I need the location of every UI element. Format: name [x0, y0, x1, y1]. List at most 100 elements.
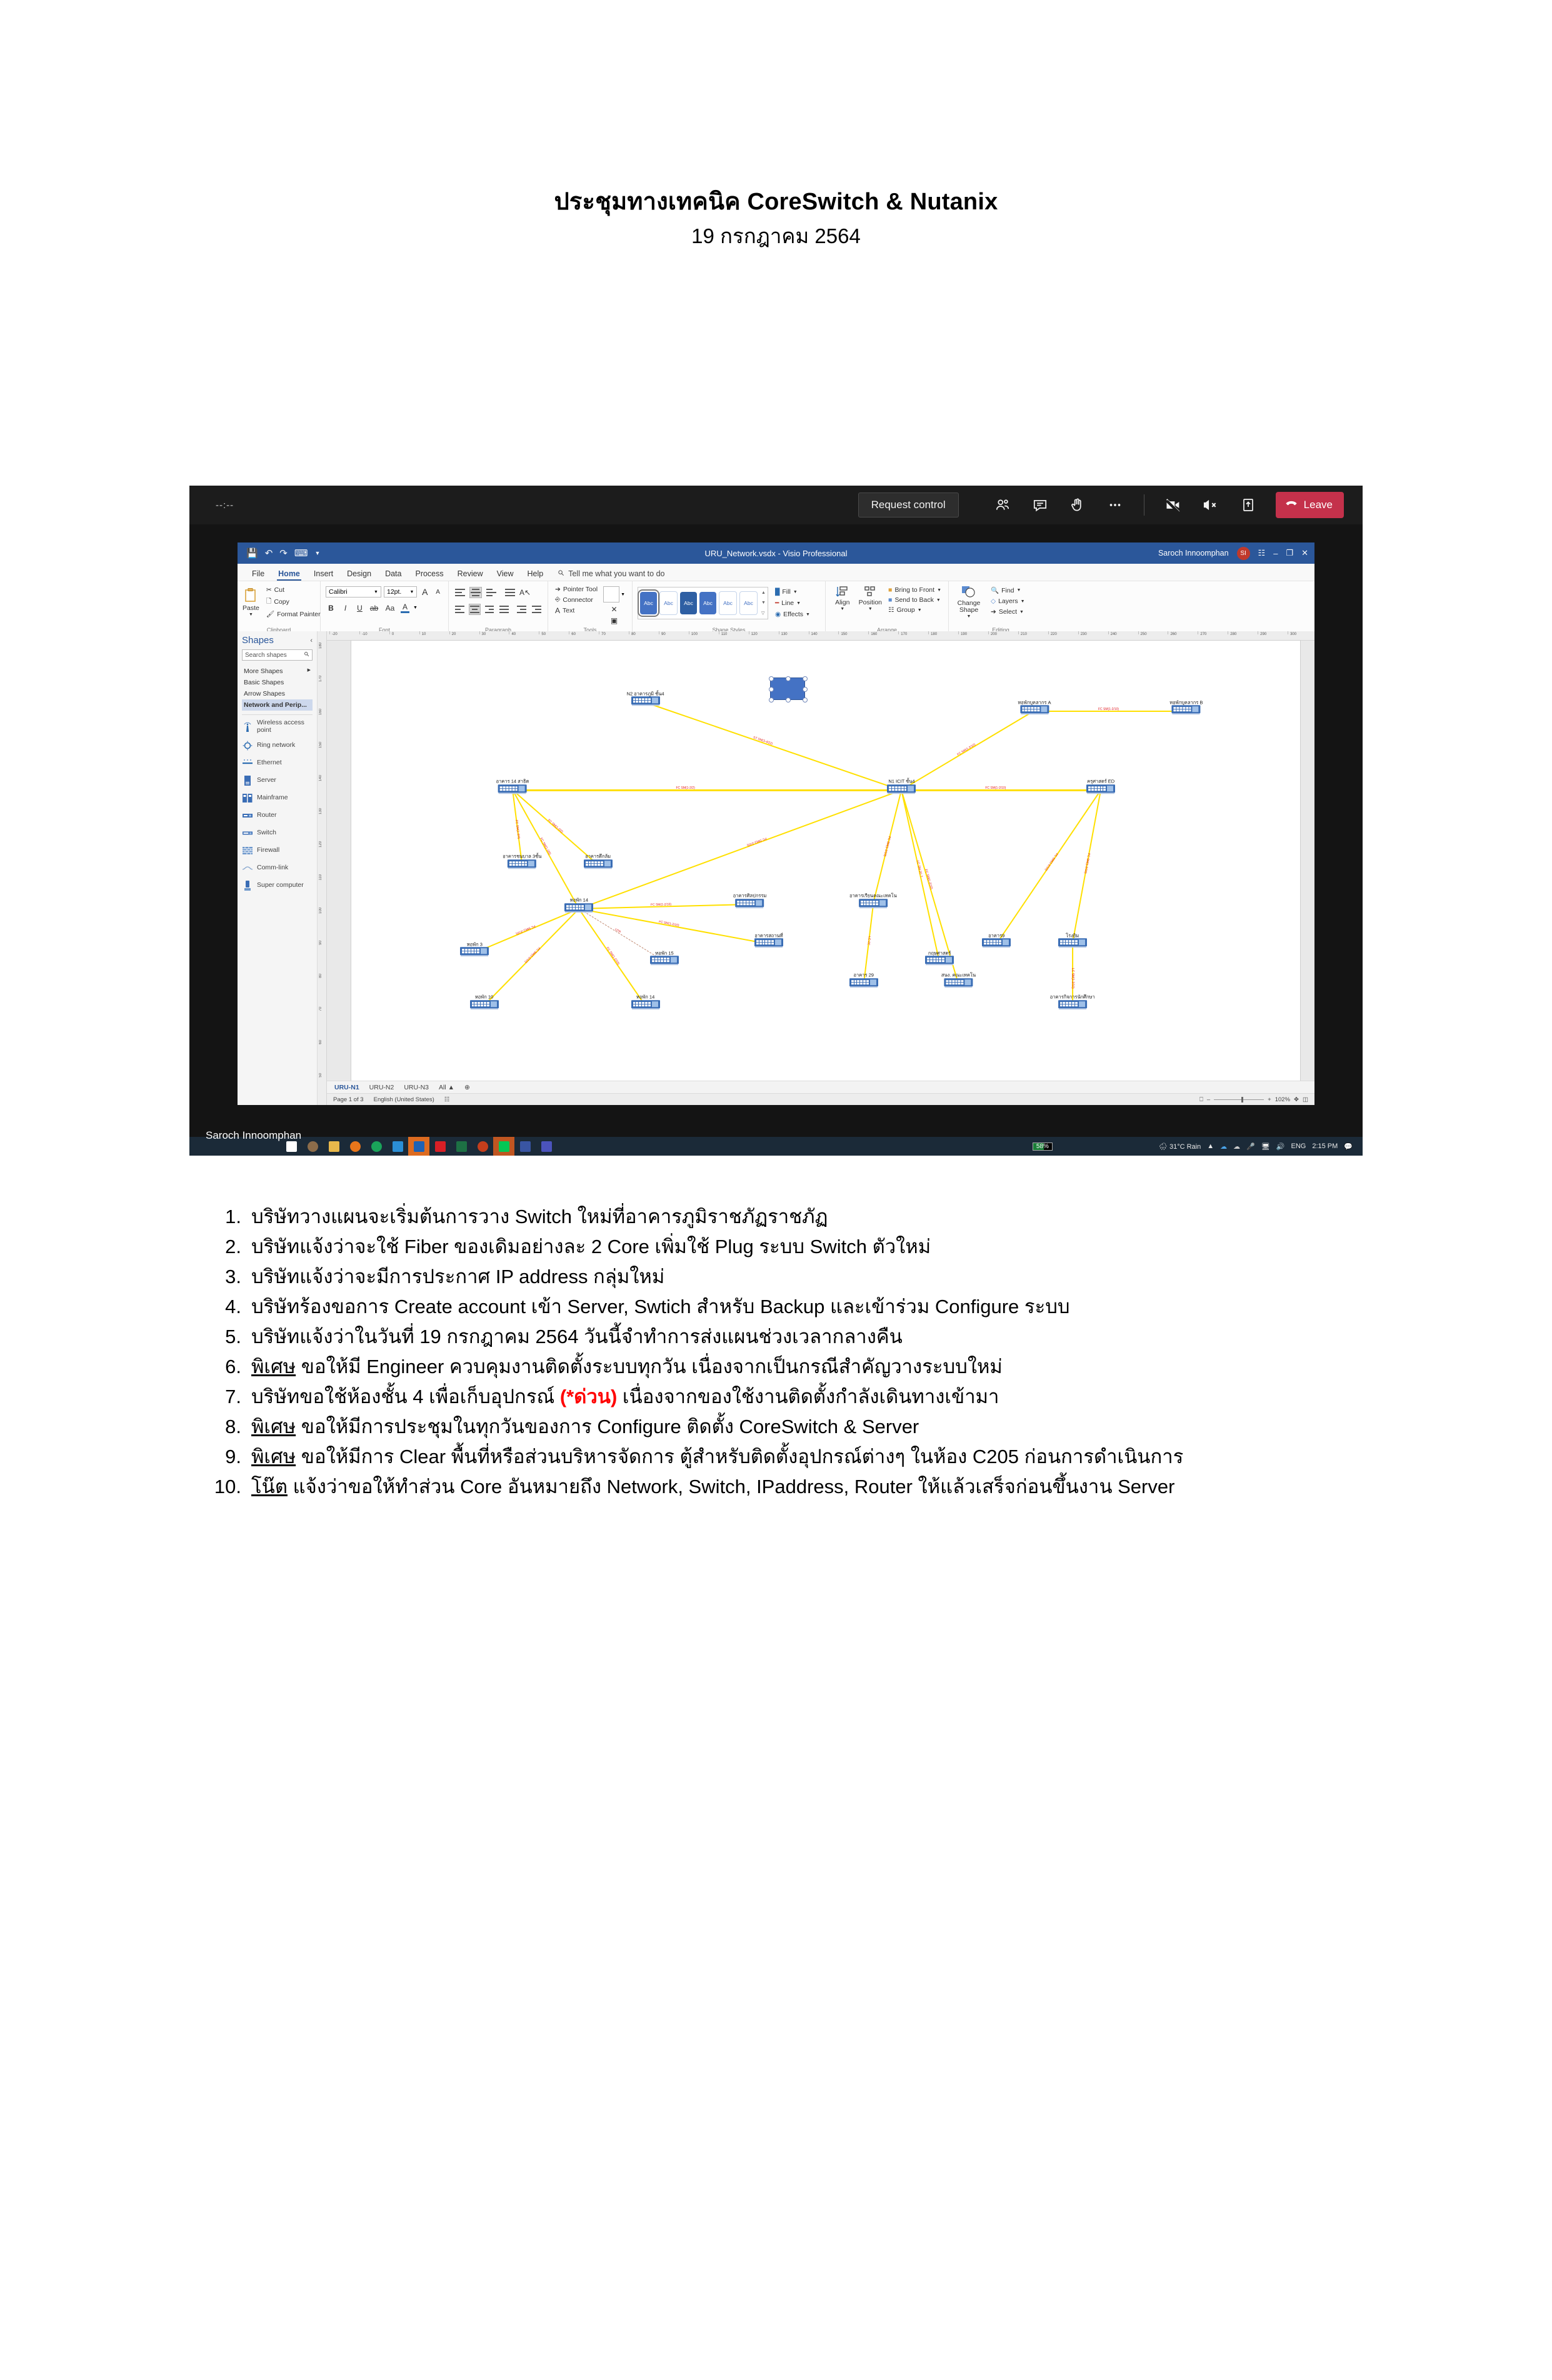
page-tabs-all-button[interactable]: All ▲ — [439, 1084, 454, 1091]
grow-font-button[interactable]: A — [419, 587, 430, 597]
paste-button[interactable]: Paste ▼ — [243, 588, 259, 617]
selection-handle[interactable] — [803, 687, 808, 692]
diagram-node[interactable]: อาคารตึกล้ม — [583, 854, 613, 868]
diagram-connector[interactable] — [645, 701, 902, 791]
align-middle-button[interactable] — [469, 587, 482, 598]
fit-window-icon[interactable]: ◫ — [1303, 1096, 1308, 1103]
text-tool-button[interactable]: A Text — [553, 606, 599, 616]
battery-indicator[interactable]: 58% — [1032, 1142, 1053, 1151]
font-name-combobox[interactable]: Calibri ▼ — [326, 586, 381, 598]
align-center-button[interactable] — [468, 604, 481, 615]
increase-indent-button[interactable] — [531, 604, 543, 615]
zoom-out-button[interactable]: – — [1207, 1096, 1210, 1103]
tab-review[interactable]: Review — [451, 567, 490, 581]
display-icon[interactable]: 🖥 — [1261, 1142, 1270, 1151]
line-button[interactable]: ━ Line ▼ — [773, 599, 812, 608]
crop-tool-button[interactable]: ▣ — [609, 616, 619, 625]
shape-firewall[interactable]: Firewall — [242, 845, 313, 856]
diagram-node[interactable]: อาคารชนบาล 3ชั้น — [503, 854, 541, 868]
cut-button[interactable]: ✂ Cut — [264, 586, 323, 594]
chrome-icon[interactable] — [366, 1137, 387, 1156]
selection-handle[interactable] — [803, 676, 808, 682]
diagram-node[interactable]: อาคาร 29 — [849, 972, 878, 986]
more-options-icon[interactable] — [1101, 492, 1129, 518]
align-left-button[interactable] — [454, 604, 466, 615]
acrobat-icon[interactable] — [429, 1137, 451, 1156]
zoom-slider[interactable] — [1214, 1096, 1264, 1102]
shrink-font-button[interactable]: A — [433, 589, 443, 596]
fill-button[interactable]: █ Fill ▼ — [773, 588, 812, 596]
weather-widget[interactable]: 🌧 31°C Rain — [1159, 1142, 1201, 1151]
selection-handle[interactable] — [769, 698, 774, 703]
input-language-label[interactable]: ENG — [1291, 1142, 1306, 1150]
chevron-down-icon[interactable]: ▼ — [374, 590, 378, 594]
excel-icon[interactable] — [451, 1137, 472, 1156]
chevron-down-icon[interactable]: ▼ — [793, 590, 798, 594]
diagram-node[interactable]: อาคาร9 — [982, 933, 1011, 947]
people-icon[interactable] — [988, 492, 1017, 518]
page-tab-uru-n2[interactable]: URU-N2 — [369, 1084, 394, 1091]
shape-server[interactable]: Server — [242, 775, 313, 786]
drawing-page[interactable]: N2 อาคารภูมิ ชั้น4 อาคาร 14 สาธิต อาคารชนบ… — [351, 640, 1301, 1081]
send-to-back-button[interactable]: ■ Send to Back ▼ — [886, 596, 943, 604]
justify-button[interactable] — [498, 604, 510, 615]
selection-handle[interactable] — [769, 676, 774, 682]
diagram-node[interactable]: อาคารสถานที่ — [754, 933, 783, 947]
diagram-node[interactable]: หอพักบุคลากร A — [1018, 700, 1051, 714]
shape-style-6[interactable]: Abc — [739, 591, 758, 615]
request-control-button[interactable]: Request control — [858, 492, 959, 518]
volume-icon[interactable]: 🔊 — [1276, 1142, 1285, 1151]
chevron-down-icon[interactable]: ▼ — [409, 590, 414, 594]
chat-icon[interactable] — [1026, 492, 1054, 518]
search-shapes-input[interactable]: Search shapes — [242, 649, 313, 661]
avatar[interactable]: SI — [1236, 546, 1250, 560]
touch-mode-icon[interactable]: ⌨ — [294, 548, 308, 559]
customize-qat-icon[interactable]: ▼ — [315, 550, 321, 556]
ribbon-display-options-icon[interactable]: ☷ — [1258, 548, 1266, 558]
find-button[interactable]: 🔍 Find ▼ — [989, 586, 1027, 595]
diagram-node[interactable]: สนง. คณะเทคโน — [941, 972, 976, 986]
restore-button[interactable]: ❐ — [1286, 548, 1293, 558]
diagram-node[interactable]: หอพัก 14 — [564, 898, 594, 912]
stencil-network-and-peripherals[interactable]: Network and Perip... — [242, 699, 313, 711]
rectangle-tool-button[interactable] — [603, 586, 620, 602]
share-screen-icon[interactable] — [1234, 492, 1263, 518]
chevron-down-icon[interactable]: ▼ — [936, 598, 941, 602]
show-hidden-icons-button[interactable]: ▲ — [1207, 1142, 1214, 1150]
text-direction-button[interactable]: A↖ — [519, 588, 531, 597]
shape-ethernet[interactable]: Ethernet — [242, 758, 313, 769]
chevron-down-icon[interactable]: ▼ — [967, 614, 971, 619]
chevron-down-icon[interactable]: ▼ — [918, 608, 922, 612]
raise-hand-icon[interactable] — [1063, 492, 1092, 518]
onedrive-icon[interactable]: ☁ — [1220, 1142, 1227, 1151]
select-button[interactable]: ➔ Select ▼ — [989, 608, 1027, 616]
tab-data[interactable]: Data — [378, 567, 408, 581]
shape-style-2[interactable]: Abc — [659, 591, 678, 615]
change-case-button[interactable]: Aa — [383, 604, 397, 612]
tab-view[interactable]: View — [490, 567, 521, 581]
align-right-button[interactable] — [484, 604, 496, 615]
selected-shape[interactable] — [769, 676, 808, 703]
add-page-button[interactable]: ⊕ — [464, 1084, 470, 1091]
chevron-down-icon[interactable]: ▼ — [806, 612, 810, 617]
align-button[interactable]: Align ▼ — [831, 586, 854, 614]
diagram-node[interactable]: N2 อาคารภูมิ ชั้น4 — [627, 691, 664, 705]
font-size-combobox[interactable]: 12pt. ▼ — [383, 586, 418, 598]
chevron-down-icon[interactable]: ▼ — [868, 607, 873, 611]
chevron-down-icon[interactable]: ▼ — [413, 606, 418, 610]
fit-page-icon[interactable]: ⎕ — [1199, 1096, 1203, 1103]
tab-help[interactable]: Help — [521, 567, 551, 581]
connector-tool-button[interactable]: ⎆ Connector — [553, 595, 599, 604]
camera-off-icon[interactable] — [1159, 492, 1188, 518]
selection-handle[interactable] — [786, 698, 791, 703]
copy-button[interactable]: 🗋 Copy — [264, 596, 323, 608]
chevron-down-icon[interactable]: ▼ — [1019, 610, 1024, 614]
undo-icon[interactable]: ↶ — [265, 548, 273, 559]
line-tool-button[interactable]: ✕ — [609, 605, 619, 614]
diagram-node[interactable]: อาคารศิลปกรรม — [733, 894, 766, 908]
chevron-down-icon[interactable]: ▼ — [840, 607, 844, 611]
visio-account-name[interactable]: Saroch Innoomphan — [1158, 549, 1229, 558]
teamviewer-icon[interactable] — [387, 1137, 408, 1156]
layers-button[interactable]: ◇ Layers ▼ — [989, 597, 1027, 606]
diagram-connector[interactable] — [578, 789, 902, 910]
